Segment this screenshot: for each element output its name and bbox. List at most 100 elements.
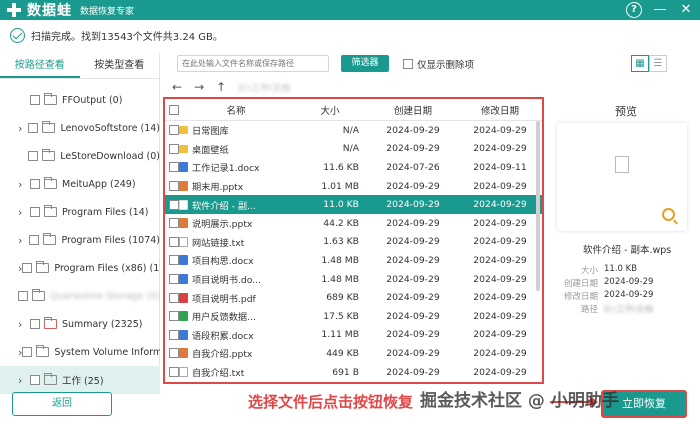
search-box[interactable] <box>177 55 329 72</box>
row-checkbox[interactable] <box>169 199 179 210</box>
tree-checkbox[interactable] <box>30 207 40 217</box>
only-deleted-checkbox[interactable] <box>403 59 413 69</box>
file-created: 2024-07-26 <box>386 161 440 173</box>
tree-checkbox[interactable] <box>28 123 39 133</box>
row-checkbox[interactable] <box>169 292 179 303</box>
up-arrow-icon[interactable]: ↑ <box>216 80 226 94</box>
tab-by-path[interactable]: 按路径查看 <box>0 53 80 78</box>
tree-item[interactable]: LeStoreDownload (0) <box>0 142 160 170</box>
tree-item[interactable]: › 工作 (25) <box>0 366 160 394</box>
folder-icon <box>32 289 46 301</box>
table-row[interactable]: 说明展示.pptx 44.2 KB 2024-09-29 2024-09-29 <box>165 214 542 233</box>
meta-row: 修改日期 2024-09-29 <box>558 290 653 302</box>
grid-view-icon[interactable]: ▦ <box>631 55 649 72</box>
table-row[interactable]: 语段积累.docx 1.11 MB 2024-09-29 2024-09-29 <box>165 326 542 345</box>
row-checkbox[interactable] <box>169 162 179 173</box>
search-input[interactable] <box>182 59 322 68</box>
close-icon[interactable]: ✕ <box>678 2 694 18</box>
table-row[interactable]: 自我介绍.pptx 449 KB 2024-09-29 2024-09-29 <box>165 344 542 363</box>
col-size[interactable]: 大小 <box>293 103 367 117</box>
file-modified: 2024-09-29 <box>473 124 527 136</box>
folder-icon <box>42 121 56 133</box>
chevron-right-icon[interactable]: › <box>18 234 29 247</box>
list-view-icon[interactable]: ☰ <box>649 55 667 72</box>
back-arrow-icon[interactable]: ← <box>172 80 182 94</box>
tree-item-label: FFOutput (0) <box>62 94 123 106</box>
tab-by-type[interactable]: 按类型查看 <box>80 53 160 78</box>
row-checkbox[interactable] <box>169 218 179 229</box>
tree-checkbox[interactable] <box>22 347 33 357</box>
tree-item[interactable]: Quarantine Storage (0) <box>0 282 160 310</box>
file-created: 2024-09-29 <box>386 124 440 136</box>
minimize-icon[interactable]: — <box>652 2 668 18</box>
file-created: 2024-09-29 <box>386 217 440 229</box>
table-row[interactable]: 期末用.pptx 1.01 MB 2024-09-29 2024-09-29 <box>165 177 542 196</box>
file-table: 名称 大小 创建日期 修改日期 日常图库 N/A 2024-09-29 2024-09… <box>163 97 544 384</box>
chevron-right-icon[interactable]: › <box>18 206 30 219</box>
col-modified[interactable]: 修改日期 <box>459 103 541 117</box>
tree-item[interactable]: › Program Files (1074) <box>0 226 160 254</box>
meta-row: 路径 D:\工作\文档 <box>558 303 653 315</box>
row-checkbox[interactable] <box>169 181 179 192</box>
only-deleted-toggle[interactable]: 仅显示删除项 <box>403 57 474 71</box>
table-row[interactable]: 项目构思.docx 1.48 MB 2024-09-29 2024-09-29 <box>165 251 542 270</box>
file-created: 2024-09-29 <box>386 254 440 266</box>
table-row[interactable]: 网站链接.txt 1.63 KB 2024-09-29 2024-09-29 <box>165 233 542 252</box>
row-checkbox[interactable] <box>169 348 179 359</box>
row-checkbox[interactable] <box>169 125 179 136</box>
row-checkbox[interactable] <box>169 236 179 247</box>
tree-checkbox[interactable] <box>18 291 29 301</box>
table-row[interactable]: 桌面壁纸 N/A 2024-09-29 2024-09-29 <box>165 140 542 159</box>
tree-item[interactable]: FFOutput (0) <box>0 86 160 114</box>
row-checkbox[interactable] <box>169 367 179 378</box>
table-row[interactable]: 日常图库 N/A 2024-09-29 2024-09-29 <box>165 121 542 140</box>
tree-checkbox[interactable] <box>28 151 39 161</box>
file-name: 自我介绍.txt <box>192 368 245 380</box>
row-checkbox[interactable] <box>169 274 179 285</box>
tree-item[interactable]: › MeituApp (249) <box>0 170 160 198</box>
forward-arrow-icon[interactable]: → <box>194 80 204 94</box>
tree-checkbox[interactable] <box>30 375 40 385</box>
table-row[interactable]: 自我介绍.txt 691 B 2024-09-29 2024-09-29 <box>165 363 542 382</box>
tree-checkbox[interactable] <box>30 319 40 329</box>
table-row[interactable]: 项目说明书.do... 1.48 MB 2024-09-29 2024-09-29 <box>165 270 542 289</box>
tree-item[interactable]: › Program Files (14) <box>0 198 160 226</box>
doc-file-icon <box>179 329 188 340</box>
table-row[interactable]: 软件介绍 - 副... 11.0 KB 2024-09-29 2024-09-29 <box>165 195 542 214</box>
row-checkbox[interactable] <box>169 311 179 322</box>
file-created: 2024-09-29 <box>386 273 440 285</box>
table-scrollbar[interactable] <box>536 121 540 291</box>
folder-file-icon <box>179 144 188 153</box>
table-row[interactable]: 工作记录1.docx 11.6 KB 2024-07-26 2024-09-11 <box>165 158 542 177</box>
tree-item[interactable]: › Summary (2325) <box>0 310 160 338</box>
chevron-right-icon[interactable]: › <box>18 178 30 191</box>
magnifier-icon[interactable] <box>662 208 675 221</box>
tree-checkbox[interactable] <box>29 235 40 245</box>
filter-button[interactable]: 筛选器 <box>341 55 389 72</box>
col-created[interactable]: 创建日期 <box>367 103 459 117</box>
row-checkbox[interactable] <box>169 255 179 266</box>
file-name: 项目说明书.pdf <box>192 293 256 305</box>
table-row[interactable]: 项目说明书.pdf 689 KB 2024-09-29 2024-09-29 <box>165 288 542 307</box>
select-all-checkbox[interactable] <box>169 104 179 115</box>
help-icon[interactable]: ? <box>626 2 642 18</box>
tree-item[interactable]: ›Program Files (x86) (1976) <box>0 254 160 282</box>
row-checkbox[interactable] <box>169 143 179 154</box>
back-button[interactable]: 返回 <box>12 392 112 416</box>
row-checkbox[interactable] <box>169 329 179 340</box>
col-name[interactable]: 名称 <box>179 103 293 117</box>
file-modified: 2024-09-29 <box>473 217 527 229</box>
file-modified: 2024-09-29 <box>473 366 527 378</box>
table-row[interactable]: 用户反馈数据... 17.5 KB 2024-09-29 2024-09-29 <box>165 307 542 326</box>
file-modified: 2024-09-29 <box>473 180 527 192</box>
tree-item[interactable]: ›System Volume Information <box>0 338 160 366</box>
tree-item[interactable]: › LenovoSoftstore (14) <box>0 114 160 142</box>
chevron-right-icon[interactable]: › <box>18 318 30 331</box>
chevron-right-icon[interactable]: › <box>18 122 28 135</box>
tree-checkbox[interactable] <box>30 179 40 189</box>
chevron-right-icon[interactable]: › <box>18 374 30 387</box>
tree-checkbox[interactable] <box>22 263 33 273</box>
tree-checkbox[interactable] <box>30 95 40 105</box>
file-size: N/A <box>342 124 359 136</box>
meta-key: 大小 <box>580 266 598 276</box>
